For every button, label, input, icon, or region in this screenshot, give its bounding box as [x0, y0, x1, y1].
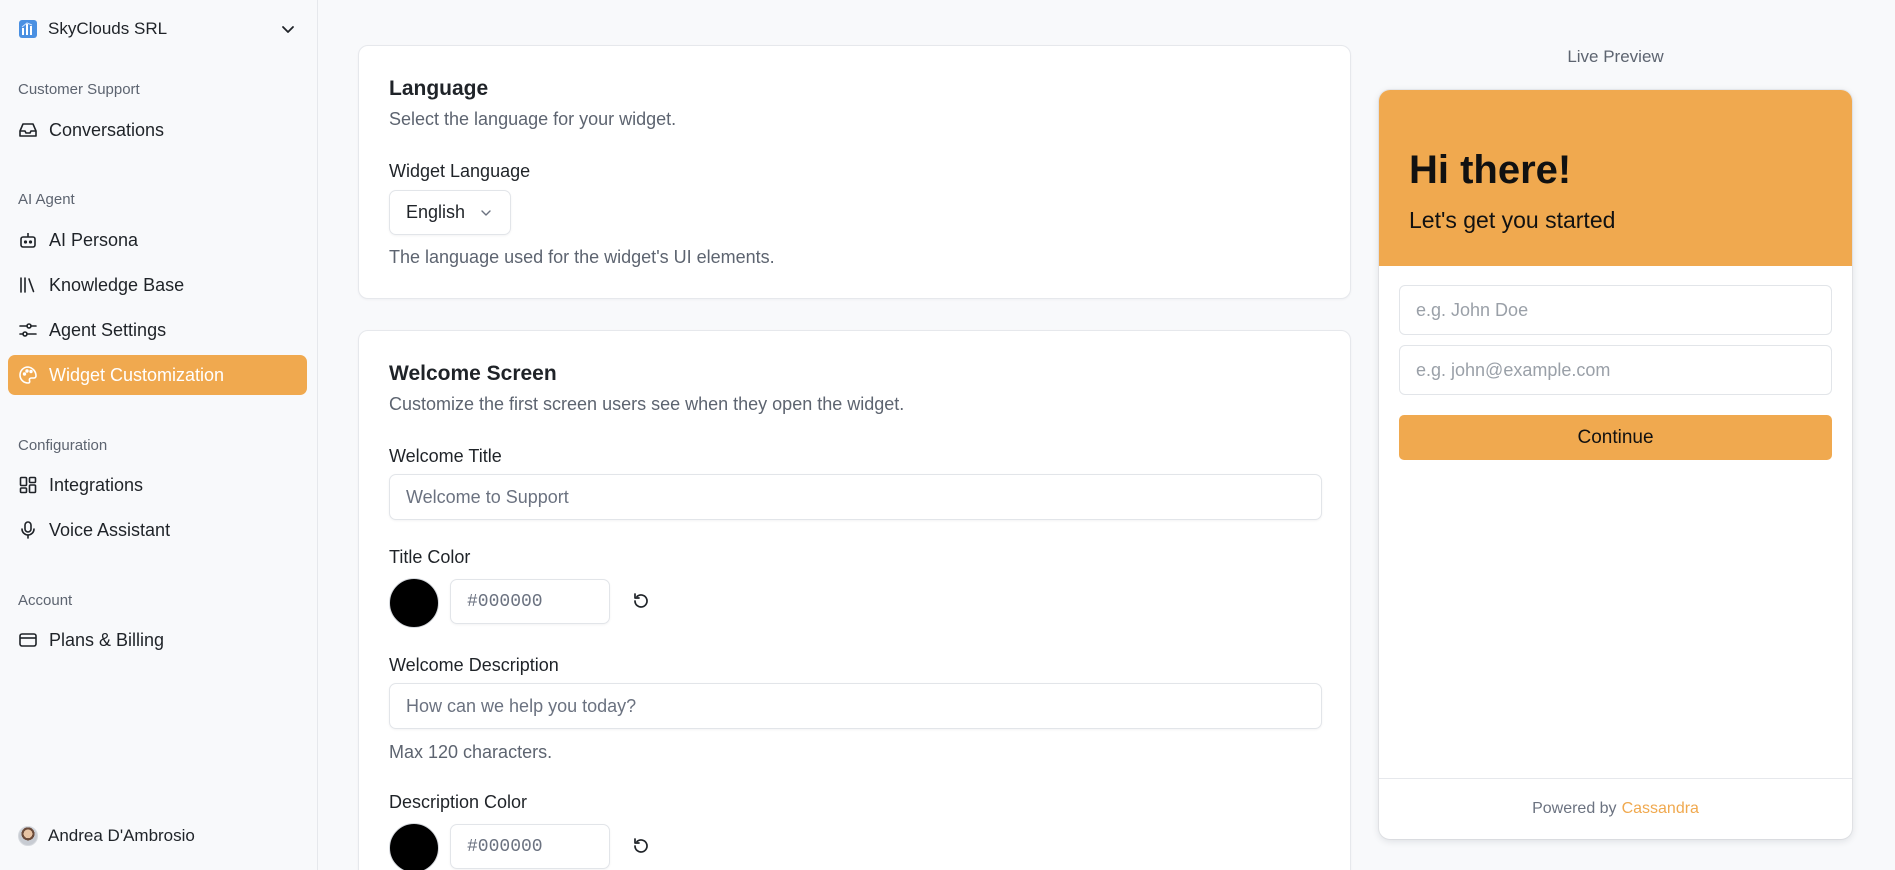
- widget-footer: Powered by Cassandra: [1379, 778, 1852, 839]
- sidebar-item-label: Knowledge Base: [49, 274, 185, 295]
- title-color-label: Title Color: [389, 547, 471, 567]
- sidebar-item-knowledge-base[interactable]: Knowledge Base: [8, 265, 307, 305]
- sidebar-item-label: Agent Settings: [49, 319, 167, 340]
- palette-icon: [18, 365, 38, 385]
- preview-email-input[interactable]: [1399, 345, 1832, 395]
- user-name: Andrea D'Ambrosio: [48, 826, 195, 845]
- widget-description: Let's get you started: [1409, 207, 1616, 233]
- widget-header: Hi there! Let's get you started: [1379, 90, 1852, 266]
- widget-title: Hi there!: [1409, 148, 1572, 192]
- sidebar-item-label: Integrations: [49, 474, 144, 495]
- section-ai-agent: AI Agent: [18, 191, 75, 208]
- live-preview-label: Live Preview: [1567, 47, 1664, 66]
- inbox-icon: [18, 120, 38, 140]
- language-card-title: Language: [389, 77, 489, 100]
- section-account: Account: [18, 592, 73, 609]
- powered-by-text: Powered by: [1532, 800, 1617, 817]
- title-color-swatch[interactable]: [389, 578, 439, 628]
- brand-link[interactable]: Cassandra: [1622, 800, 1699, 818]
- continue-button[interactable]: Continue: [1399, 415, 1832, 460]
- description-color-swatch[interactable]: [389, 823, 439, 870]
- reset-icon[interactable]: [629, 834, 653, 858]
- sidebar-item-agent-settings[interactable]: Agent Settings: [8, 310, 307, 350]
- widget-language-value: English: [406, 202, 466, 222]
- sidebar-item-voice-assistant[interactable]: Voice Assistant: [8, 510, 307, 550]
- grid-icon: [18, 475, 38, 495]
- sidebar-item-label: Plans & Billing: [49, 629, 165, 650]
- welcome-screen-card: Welcome Screen Customize the first scree…: [358, 330, 1351, 870]
- preview-name-input[interactable]: [1399, 285, 1832, 335]
- widget-language-select[interactable]: English: [389, 190, 511, 235]
- widget-preview: Hi there! Let's get you started Continue…: [1379, 90, 1852, 839]
- widget-language-label: Widget Language: [389, 161, 531, 181]
- welcome-card-subtitle: Customize the first screen users see whe…: [389, 394, 905, 414]
- sliders-icon: [18, 320, 38, 340]
- sidebar-item-conversations[interactable]: Conversations: [8, 110, 307, 150]
- description-color-label: Description Color: [389, 792, 528, 812]
- welcome-card-title: Welcome Screen: [389, 362, 557, 385]
- welcome-description-help: Max 120 characters.: [389, 742, 553, 762]
- welcome-title-input[interactable]: [389, 474, 1322, 520]
- language-card-subtitle: Select the language for your widget.: [389, 109, 677, 129]
- sidebar-item-widget-customization[interactable]: Widget Customization: [8, 355, 307, 395]
- org-switcher[interactable]: SkyClouds SRL: [18, 17, 298, 41]
- welcome-title-label: Welcome Title: [389, 446, 502, 466]
- language-card: Language Select the language for your wi…: [358, 45, 1351, 299]
- chevron-down-icon: [478, 205, 494, 221]
- org-name: SkyClouds SRL: [48, 19, 168, 38]
- sidebar-item-label: Voice Assistant: [49, 519, 171, 540]
- credit-card-icon: [18, 630, 38, 650]
- welcome-description-label: Welcome Description: [389, 655, 559, 675]
- user-menu[interactable]: Andrea D'Ambrosio: [18, 826, 195, 846]
- sidebar-item-ai-persona[interactable]: AI Persona: [8, 220, 307, 260]
- section-configuration: Configuration: [18, 437, 108, 454]
- sidebar-item-integrations[interactable]: Integrations: [8, 465, 307, 505]
- sidebar-item-label: Widget Customization: [49, 364, 225, 385]
- library-icon: [18, 275, 38, 295]
- sidebar-item-label: AI Persona: [49, 229, 139, 250]
- chevron-down-icon[interactable]: [278, 19, 298, 39]
- sidebar: SkyClouds SRL Customer Support Conversat…: [0, 0, 318, 870]
- sidebar-item-label: Conversations: [49, 119, 165, 140]
- microphone-icon: [18, 520, 38, 540]
- welcome-description-input[interactable]: [389, 683, 1322, 729]
- description-color-input[interactable]: [450, 824, 610, 869]
- org-logo-icon: [18, 19, 38, 39]
- bot-icon: [18, 230, 38, 250]
- sidebar-item-plans-billing[interactable]: Plans & Billing: [8, 620, 307, 660]
- widget-language-help: The language used for the widget's UI el…: [389, 247, 775, 267]
- section-customer-support: Customer Support: [18, 81, 140, 98]
- title-color-input[interactable]: [450, 579, 610, 624]
- reset-icon[interactable]: [629, 589, 653, 613]
- avatar: [18, 826, 38, 846]
